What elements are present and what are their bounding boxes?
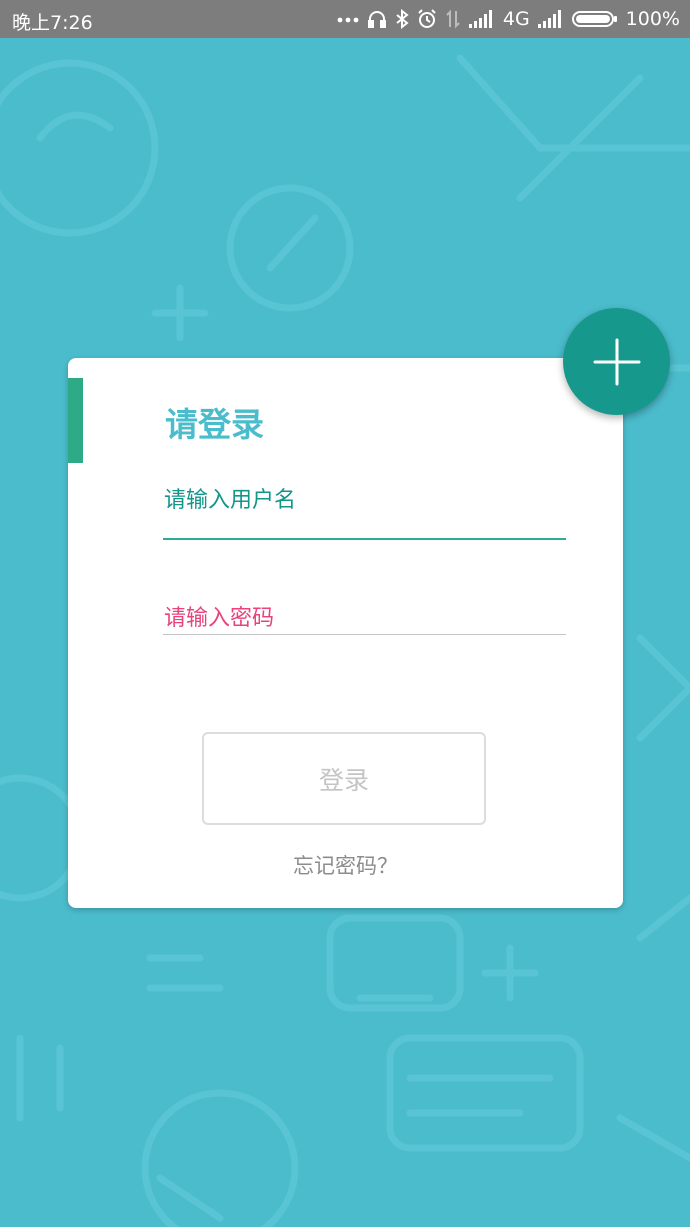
add-fab-button[interactable] <box>563 308 670 415</box>
login-screen: 晚上7:26 4G 100% 请登录 请输入用户名 请输入密码 登录 忘记密码？ <box>0 0 690 1227</box>
plus-icon <box>593 338 640 385</box>
status-time: 晚上7:26 <box>12 12 93 34</box>
bluetooth-icon <box>396 9 409 29</box>
login-button[interactable]: 登录 <box>202 732 486 825</box>
data-arrows-icon <box>446 9 460 29</box>
password-label: 请输入密码 <box>164 606 275 631</box>
password-field[interactable]: 请输入密码 <box>163 588 566 635</box>
status-bar: 晚上7:26 4G 100% <box>0 0 690 38</box>
status-icons: 4G 100% <box>337 6 680 32</box>
card-accent-bar <box>68 378 83 463</box>
forgot-password-link[interactable]: 忘记密码？ <box>68 850 623 880</box>
battery-icon <box>571 11 617 27</box>
network-type: 4G <box>502 8 530 30</box>
login-title: 请登录 <box>165 405 264 444</box>
more-dots-icon <box>337 17 359 23</box>
signal-icon <box>468 10 492 28</box>
login-card: 请登录 请输入用户名 请输入密码 登录 忘记密码？ <box>68 358 623 908</box>
username-label: 请输入用户名 <box>164 488 297 513</box>
battery-level: 100% <box>625 8 680 30</box>
headset-icon <box>367 11 386 28</box>
username-field[interactable]: 请输入用户名 <box>163 468 566 540</box>
alarm-icon <box>418 9 436 28</box>
signal-icon-secondary <box>537 10 561 28</box>
